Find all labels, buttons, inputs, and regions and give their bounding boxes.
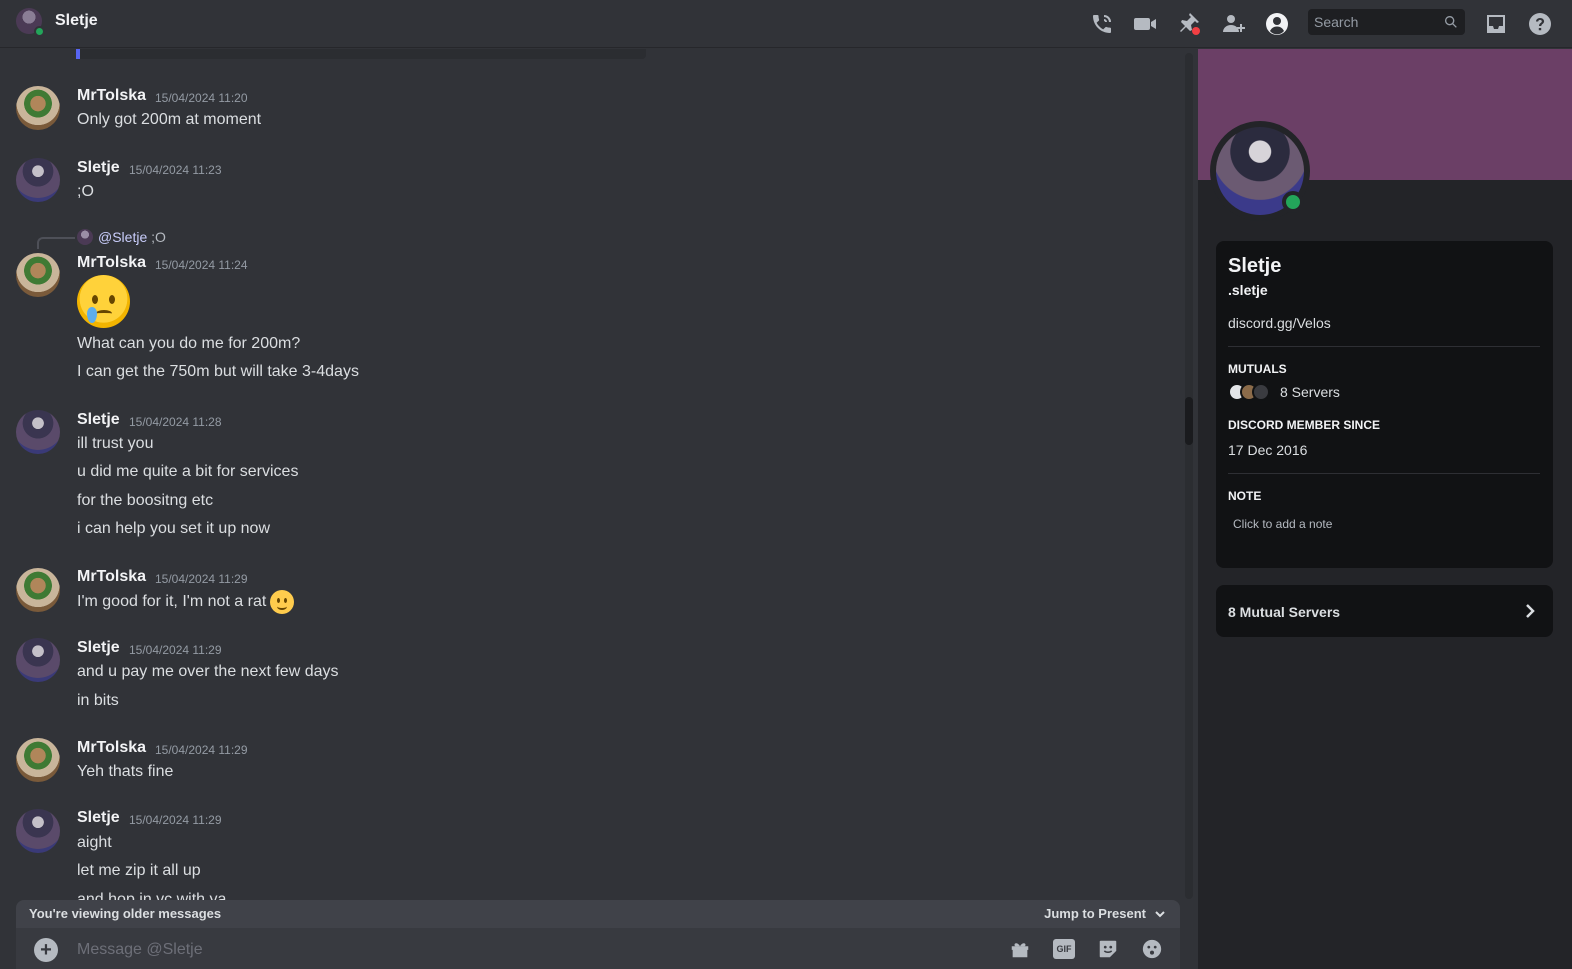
member-since-title: DISCORD MEMBER SINCE [1228,418,1381,432]
reply-preview[interactable]: @Sletje ;O [98,229,166,245]
gif-picker-button[interactable]: GIF [1053,939,1075,959]
message-text: for the boositng etc [77,492,214,509]
avatar[interactable] [16,253,60,297]
profile-card: Sletje .sletje discord.gg/Velos MUTUALS … [1216,241,1553,568]
dm-title[interactable]: Sletje [55,12,98,30]
mutual-server-avatar [1252,383,1270,401]
message-input[interactable] [77,938,937,962]
emoji-picker-icon[interactable] [1139,936,1165,962]
avatar[interactable] [16,809,60,853]
mutual-servers-button[interactable]: 8 Mutual Servers [1216,585,1553,637]
note-title: NOTE [1228,489,1262,503]
reply-snippet: ;O [151,229,166,245]
username[interactable]: Sletje [77,159,120,177]
message-text: u did me quite a bit for services [77,463,299,480]
search-input[interactable] [1314,12,1434,32]
message-text: and u pay me over the next few days [77,663,339,680]
user-profile-panel: Sletje .sletje discord.gg/Velos MUTUALS … [1198,49,1572,969]
member-since-date: 17 Dec 2016 [1228,442,1308,458]
timestamp: 15/04/2024 11:20 [155,91,248,105]
reply-connector [37,237,75,249]
scrollbar-track[interactable] [1185,53,1193,899]
chevron-down-icon [1155,910,1165,917]
username[interactable]: MrTolska [77,254,146,272]
username[interactable]: Sletje [77,809,120,827]
embed-fragment [76,49,646,59]
avatar[interactable] [16,568,60,612]
timestamp: 15/04/2024 11:23 [129,163,222,177]
avatar[interactable] [16,638,60,682]
pinned-messages-icon[interactable] [1175,10,1203,38]
inbox-icon[interactable] [1482,10,1510,38]
call-icon[interactable] [1088,10,1116,38]
channel-header: Sletje [0,0,1572,48]
reply-avatar [77,229,93,245]
video-call-icon[interactable] [1131,10,1159,38]
message-text: ;O [77,183,94,200]
message-text: aight [77,834,112,851]
username[interactable]: MrTolska [77,739,146,757]
profile-display-name: Sletje [1228,255,1282,277]
upload-plus-icon[interactable]: + [34,938,58,962]
timestamp: 15/04/2024 11:24 [155,258,248,272]
search-icon [1443,14,1459,30]
timestamp: 15/04/2024 11:28 [129,415,222,429]
online-status-indicator [34,26,45,37]
message-list[interactable]: MrTolska 15/04/2024 11:20 Only got 200m … [0,49,1197,969]
profile-username[interactable]: .sletje [1228,282,1268,298]
profile-bio-link[interactable]: discord.gg/Velos [1228,315,1331,331]
username[interactable]: MrTolska [77,568,146,586]
username[interactable]: MrTolska [77,87,146,105]
message-text: I can get the 750m but will take 3-4days [77,363,359,380]
avatar[interactable] [16,738,60,782]
mutuals-title: MUTUALS [1228,362,1287,376]
scrollbar-thumb[interactable] [1185,397,1193,445]
message-text: ill trust you [77,435,154,452]
timestamp: 15/04/2024 11:29 [155,572,248,586]
mutual-server-icons[interactable] [1228,383,1278,401]
message-text: Only got 200m at moment [77,111,262,128]
timestamp: 15/04/2024 11:29 [129,643,222,657]
crying-face-emoji[interactable] [77,275,130,328]
avatar[interactable] [16,86,60,130]
add-friends-icon[interactable] [1219,10,1247,38]
message-text: Yeh thats fine [77,763,174,780]
chevron-right-icon [1521,602,1539,620]
avatar[interactable] [16,410,60,454]
jump-to-present-label: Jump to Present [1044,906,1146,921]
jump-to-present-button[interactable]: Jump to Present [1044,906,1166,921]
divider [1228,346,1540,347]
user-profile-icon[interactable] [1263,10,1291,38]
message-text: I'm good for it, I'm not a rat [77,590,295,614]
mutual-servers-label: 8 Mutual Servers [1228,604,1341,620]
message-text-content: I'm good for it, I'm not a rat [77,593,267,611]
online-status-indicator [1282,191,1304,213]
username[interactable]: Sletje [77,411,120,429]
timestamp: 15/04/2024 11:29 [129,813,222,827]
search-box[interactable] [1308,9,1465,35]
gift-icon[interactable] [1007,936,1033,962]
message-text: What can you do me for 200m? [77,335,301,352]
note-field[interactable]: Click to add a note [1233,517,1332,531]
sticker-icon[interactable] [1095,936,1121,962]
help-icon[interactable] [1526,10,1554,38]
mutuals-count[interactable]: 8 Servers [1280,384,1340,400]
older-messages-bar: You're viewing older messages Jump to Pr… [16,900,1180,928]
older-messages-text: You're viewing older messages [29,906,222,921]
dm-avatar[interactable] [16,8,45,37]
message-text: in bits [77,692,119,709]
reply-mention[interactable]: @Sletje [98,229,147,245]
avatar[interactable] [16,158,60,202]
message-text: i can help you set it up now [77,520,271,537]
message-composer: + GIF [16,928,1180,969]
username[interactable]: Sletje [77,639,120,657]
message-text: let me zip it all up [77,862,201,879]
timestamp: 15/04/2024 11:29 [155,743,248,757]
divider [1228,473,1540,474]
slightly-smiling-face-icon[interactable] [270,590,295,614]
